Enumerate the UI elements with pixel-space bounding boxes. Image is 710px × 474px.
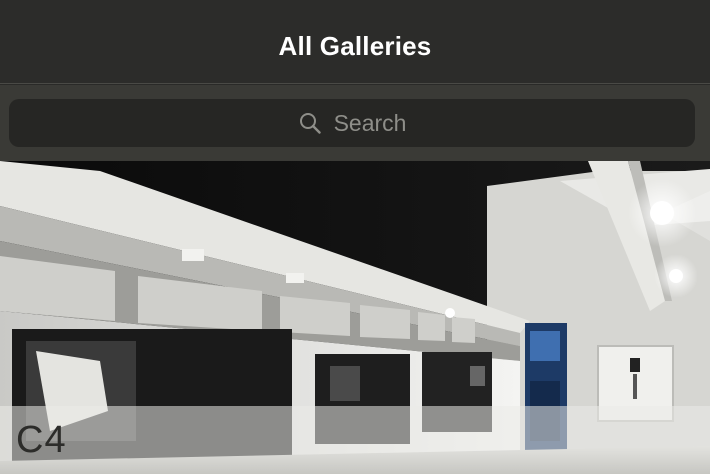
gallery-label-bar: C4 (0, 406, 710, 474)
search-area: Search (0, 85, 710, 161)
app-window: All Galleries Search C4 (0, 0, 710, 474)
search-field[interactable]: Search (9, 99, 695, 147)
navigation-bar: All Galleries (0, 0, 710, 84)
gallery-card-c4[interactable]: C4 (0, 161, 710, 474)
gallery-name: C4 (16, 418, 67, 461)
page-title: All Galleries (278, 31, 432, 61)
search-placeholder: Search (333, 109, 407, 136)
search-icon (299, 113, 321, 134)
